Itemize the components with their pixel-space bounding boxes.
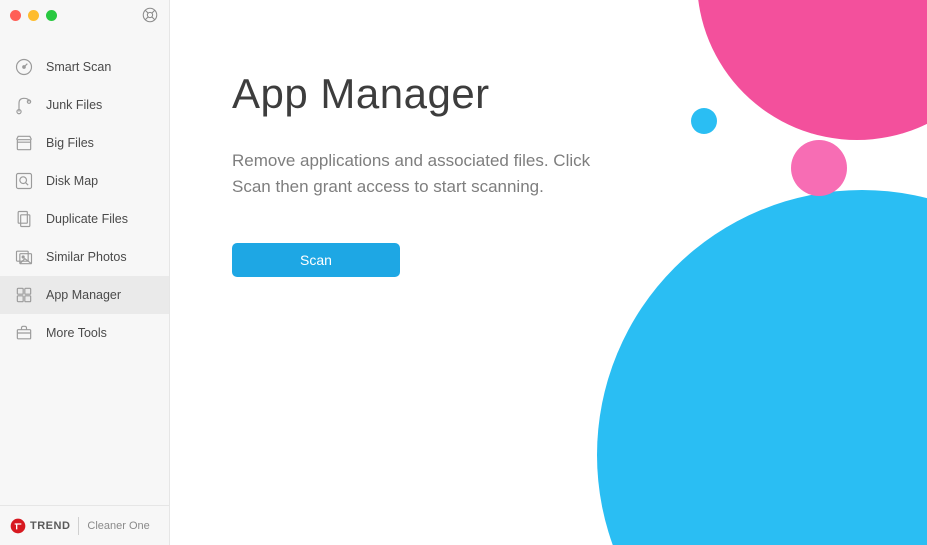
fullscreen-window-button[interactable] — [46, 10, 57, 21]
sidebar-item-label: Duplicate Files — [46, 212, 155, 226]
box-icon — [14, 133, 34, 153]
apps-icon — [14, 285, 34, 305]
sidebar-item-label: More Tools — [46, 326, 155, 340]
sidebar-item-big-files[interactable]: Big Files — [0, 124, 169, 162]
page-description: Remove applications and associated files… — [232, 148, 612, 201]
photos-icon — [14, 247, 34, 267]
scan-button[interactable]: Scan — [232, 243, 400, 277]
titlebar — [0, 0, 169, 30]
minimize-window-button[interactable] — [28, 10, 39, 21]
separator — [78, 517, 79, 535]
sidebar-item-junk-files[interactable]: Junk Files — [0, 86, 169, 124]
sidebar-item-label: Disk Map — [46, 174, 155, 188]
sidebar-item-label: App Manager — [46, 288, 155, 302]
help-icon[interactable] — [141, 6, 159, 29]
toolbox-icon — [14, 323, 34, 343]
sidebar-item-app-manager[interactable]: App Manager — [0, 276, 169, 314]
magnifier-icon — [14, 171, 34, 191]
page-title: App Manager — [232, 70, 650, 118]
decorative-circle-pink-large — [697, 0, 927, 140]
product-name: Cleaner One — [87, 520, 149, 532]
decorative-circle-pink-small — [791, 140, 847, 196]
app-window: Smart Scan Junk Files Big Files — [0, 0, 927, 545]
sidebar-item-label: Big Files — [46, 136, 155, 150]
brand-logo: TREND — [10, 518, 70, 534]
decorative-circle-blue-small — [691, 108, 717, 134]
sidebar-item-disk-map[interactable]: Disk Map — [0, 162, 169, 200]
gauge-icon — [14, 57, 34, 77]
sidebar-item-duplicate-files[interactable]: Duplicate Files — [0, 200, 169, 238]
vacuum-icon — [14, 95, 34, 115]
main-content: App Manager Remove applications and asso… — [170, 0, 927, 545]
close-window-button[interactable] — [10, 10, 21, 21]
sidebar-item-smart-scan[interactable]: Smart Scan — [0, 48, 169, 86]
sidebar-footer: TREND Cleaner One — [0, 505, 169, 545]
sidebar: Smart Scan Junk Files Big Files — [0, 0, 170, 545]
content-area: App Manager Remove applications and asso… — [170, 0, 650, 277]
sidebar-item-similar-photos[interactable]: Similar Photos — [0, 238, 169, 276]
scan-button-label: Scan — [300, 252, 332, 268]
duplicate-icon — [14, 209, 34, 229]
sidebar-item-label: Junk Files — [46, 98, 155, 112]
sidebar-item-more-tools[interactable]: More Tools — [0, 314, 169, 352]
window-controls — [10, 10, 57, 21]
sidebar-item-label: Smart Scan — [46, 60, 155, 74]
sidebar-nav: Smart Scan Junk Files Big Files — [0, 48, 169, 505]
sidebar-item-label: Similar Photos — [46, 250, 155, 264]
brand-name: TREND — [30, 520, 70, 532]
